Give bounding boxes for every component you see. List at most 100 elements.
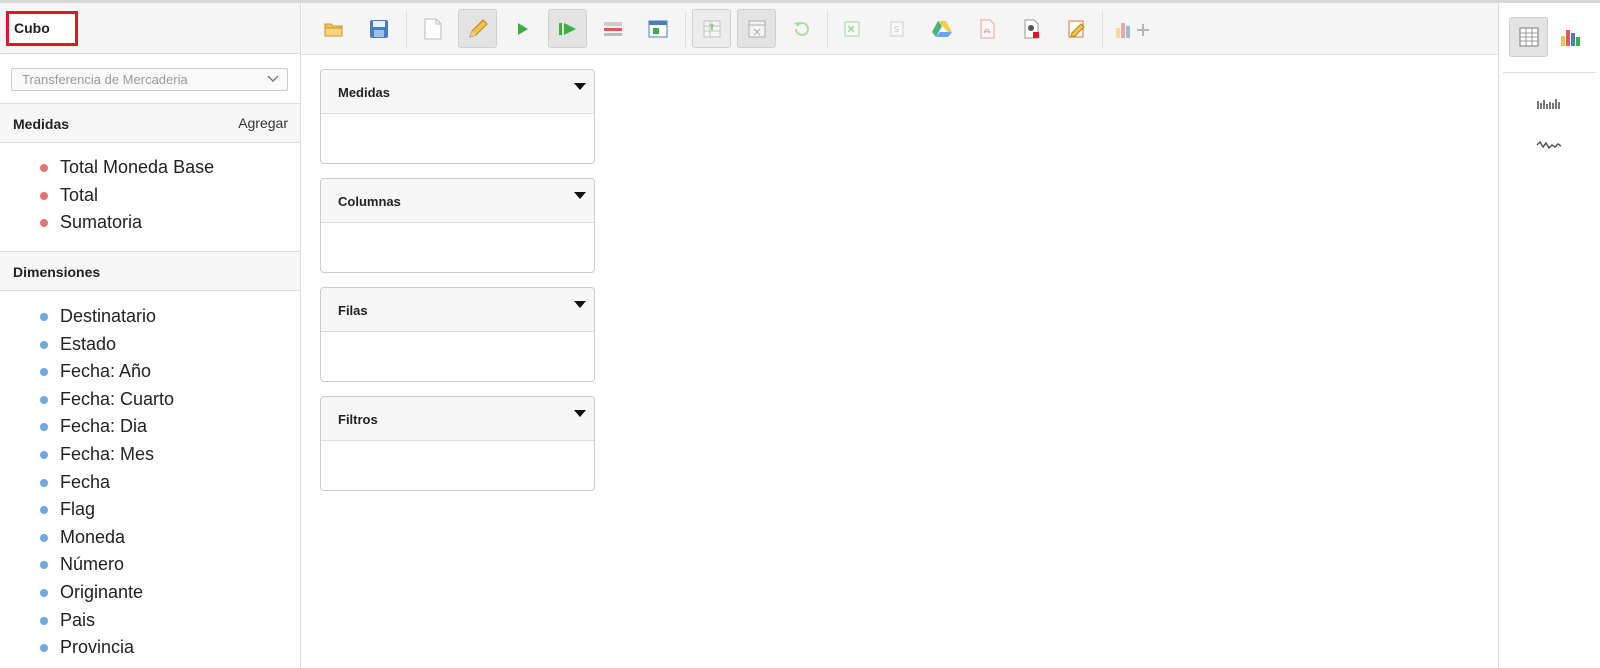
run-icon [517,22,528,35]
columns-panel-title: Columnas [338,194,401,209]
dimension-item[interactable]: Originante [40,579,300,607]
cube-select[interactable]: Transferencia de Mercaderia [11,68,288,91]
caret-down-icon[interactable] [574,192,586,199]
dimension-item[interactable]: Pais [40,607,300,635]
bar-sparkline-button[interactable] [1529,83,1568,123]
swap-axes-icon [648,20,667,37]
open-button[interactable] [314,9,353,48]
dimension-dot-icon [40,313,48,321]
dimension-item[interactable]: Provincia [40,634,300,662]
toggle-fields-button[interactable] [593,9,632,48]
measures-panel-header[interactable]: Medidas [321,70,594,114]
measure-item[interactable]: Total Moneda Base [40,154,300,182]
dimension-dot-icon [40,450,48,459]
line-sparkline-button[interactable] [1529,125,1568,165]
new-query-icon [424,18,441,39]
dimensions-title: Dimensiones [13,264,101,280]
mdx-icon [1024,19,1039,38]
filters-panel-header[interactable]: Filtros [321,397,594,441]
dimensions-header: Dimensiones [0,252,300,291]
drillthrough-icon [703,20,720,37]
rows-panel-title: Filas [338,303,368,318]
export-csv-button[interactable]: S [877,9,916,48]
edit-button[interactable] [458,9,497,48]
columns-drop-zone[interactable] [321,223,594,272]
dimension-dot-icon [40,340,48,349]
run-button[interactable] [503,9,542,48]
dimensions-list: Destinatario Estado Fecha: Año Fecha: Cu… [0,291,300,668]
rows-panel-header[interactable]: Filas [321,288,594,332]
dimension-item[interactable]: Fecha: Cuarto [40,386,300,414]
open-icon [324,23,342,36]
add-measure-link[interactable]: Agregar [238,115,288,131]
refresh-button[interactable] [782,9,821,48]
measures-drop-zone[interactable] [321,114,594,163]
table-view-button[interactable] [1509,17,1548,57]
measures-header: Medidas Agregar [0,104,300,143]
google-drive-button[interactable] [922,9,961,48]
add-chart-button[interactable] [1109,9,1157,48]
dimension-item[interactable]: Fecha: Dia [40,413,300,441]
dimension-dot-icon [40,561,48,570]
columns-panel-header[interactable]: Columnas [321,179,594,223]
toggle-fields-icon [603,21,622,36]
refresh-icon [793,21,809,36]
dimension-item[interactable]: Moneda [40,524,300,552]
dimension-item[interactable]: Fecha: Mes [40,441,300,469]
app-window: Cubo Transferencia de Mercaderia Medidas… [0,0,1600,668]
dimension-dot-icon [40,616,48,625]
dimension-dot-icon [40,395,48,404]
measure-item[interactable]: Total [40,182,300,210]
export-xls-icon [844,21,859,36]
dimension-dot-icon [40,423,48,432]
save-button[interactable] [359,9,398,48]
caret-down-icon[interactable] [574,410,586,417]
measures-panel[interactable]: Medidas [320,69,595,164]
bar-sparkline-icon [1536,99,1560,109]
measure-dot-icon [40,191,48,200]
caret-down-icon[interactable] [574,83,586,90]
dimension-dot-icon [40,506,48,515]
drillthrough-button[interactable] [692,9,731,48]
hide-parents-icon [748,20,765,37]
caret-down-icon[interactable] [574,301,586,308]
mdx-button[interactable] [1012,9,1051,48]
export-xls-button[interactable] [832,9,871,48]
filters-panel-title: Filtros [338,412,378,427]
toolbar-separator [827,11,828,47]
chart-view-button[interactable] [1551,17,1590,57]
new-query-button[interactable] [413,9,452,48]
export-pdf-button[interactable] [967,9,1006,48]
dimension-item[interactable]: Destinatario [40,303,300,331]
right-rail [1498,3,1600,668]
hide-parents-button[interactable] [737,9,776,48]
edit-mdx-button[interactable] [1057,9,1096,48]
measure-dot-icon [40,219,48,228]
toolbar-separator [685,11,686,47]
dimension-item[interactable]: Fecha [40,469,300,497]
export-pdf-icon [980,19,994,38]
dimension-dot-icon [40,588,48,597]
save-icon [369,19,388,38]
measure-dot-icon [40,164,48,172]
measure-item[interactable]: Sumatoria [40,209,300,237]
cube-label: Cubo [6,11,78,46]
dimension-item[interactable]: Fecha: Año [40,358,300,386]
rows-panel[interactable]: Filas [320,287,595,382]
dimension-dot-icon [40,478,48,487]
auto-run-button[interactable] [548,9,587,48]
rows-drop-zone[interactable] [321,332,594,381]
dimension-item[interactable]: Flag [40,496,300,524]
swap-axes-button[interactable] [638,9,677,48]
filters-drop-zone[interactable] [321,441,594,490]
dimension-item[interactable]: Número [40,551,300,579]
auto-run-icon [558,22,576,35]
dimension-item[interactable]: Estado [40,331,300,359]
google-drive-icon [931,20,952,37]
line-sparkline-icon [1535,140,1561,150]
columns-panel[interactable]: Columnas [320,178,595,273]
toolbar-separator [406,11,407,47]
chevron-down-icon [267,75,279,82]
filters-panel[interactable]: Filtros [320,396,595,491]
cube-select-row: Transferencia de Mercaderia [0,54,300,104]
